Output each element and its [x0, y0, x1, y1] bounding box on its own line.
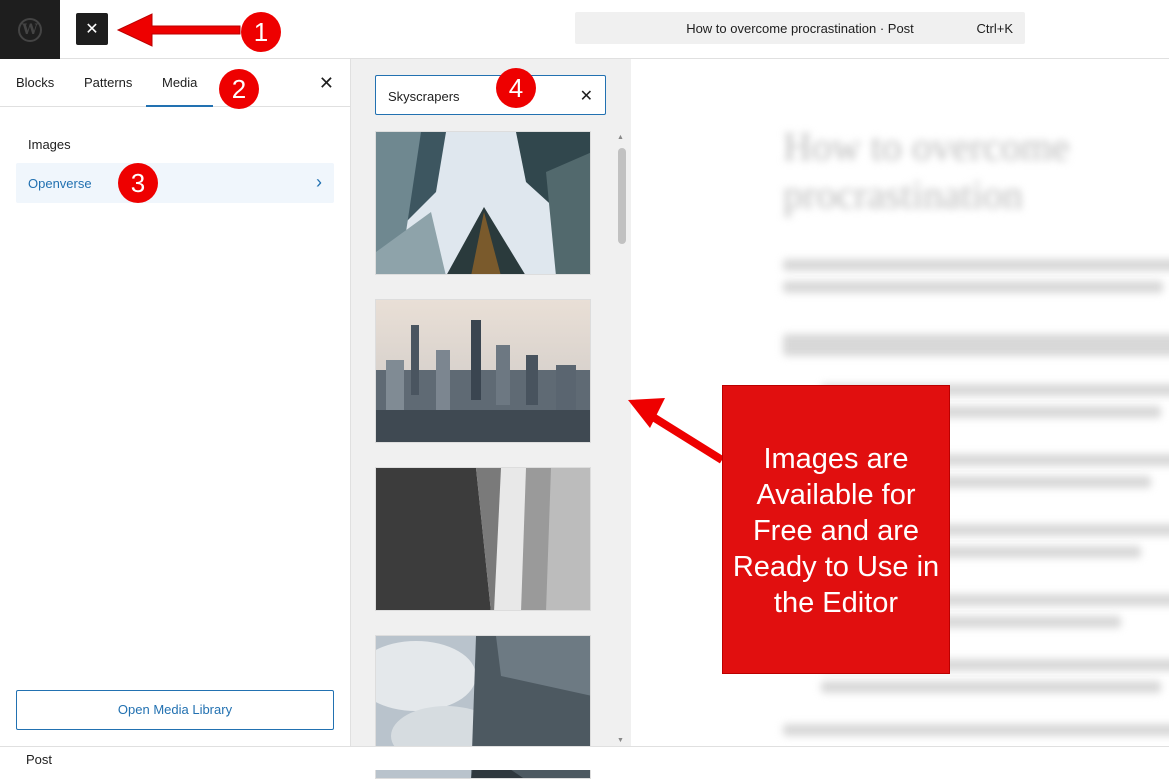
close-icon: ✕: [85, 21, 99, 38]
paragraph-placeholder: [783, 259, 1169, 271]
list-placeholder: [821, 681, 1161, 693]
block-inserter-sidebar: Blocks Patterns Media ✕ Images Openverse…: [0, 59, 351, 746]
wordpress-logo-button[interactable]: W: [0, 0, 60, 59]
tab-media[interactable]: Media: [146, 59, 213, 107]
annotation-badge: 3: [118, 163, 158, 203]
heading-placeholder: [783, 334, 1169, 356]
scroll-up-arrow-icon[interactable]: ▲: [617, 134, 624, 141]
results-scrollbar[interactable]: ▲ ▼: [616, 134, 626, 744]
footer-breadcrumb-bar: Post: [0, 746, 1169, 770]
media-result-image[interactable]: [375, 299, 591, 443]
annotation-callout: Images are Available for Free and are Re…: [722, 385, 950, 674]
breadcrumb[interactable]: Post: [26, 752, 52, 767]
annotation-badge: 4: [496, 68, 536, 108]
scroll-down-arrow-icon[interactable]: ▼: [617, 737, 624, 744]
editor-header: W ✕ How to overcome procrastination · Po…: [0, 0, 1169, 59]
open-media-library-button[interactable]: Open Media Library: [16, 690, 334, 730]
media-category-images[interactable]: Images: [28, 137, 71, 152]
media-result-image[interactable]: [375, 131, 591, 275]
tab-patterns[interactable]: Patterns: [68, 59, 148, 107]
inserter-tabs: Blocks Patterns Media ✕: [0, 59, 350, 107]
tab-blocks[interactable]: Blocks: [0, 59, 70, 107]
search-value: Skyscrapers: [388, 89, 460, 104]
close-icon[interactable]: ✕: [319, 73, 334, 93]
media-category-openverse[interactable]: Openverse ›: [16, 163, 334, 203]
paragraph-placeholder: [783, 724, 1169, 736]
command-palette-button[interactable]: How to overcome procrastination · Post C…: [575, 12, 1025, 44]
post-title: How to overcome procrastination: [783, 124, 1070, 217]
wordpress-icon: W: [18, 17, 42, 42]
annotation-badge: 2: [219, 69, 259, 109]
media-search-input[interactable]: Skyscrapers ✕: [375, 75, 606, 115]
annotation-badge: 1: [241, 12, 281, 52]
media-results-panel: Skyscrapers ✕ ▲ ▼: [351, 59, 631, 779]
document-title: How to overcome procrastination · Post: [686, 21, 914, 36]
close-inserter-button[interactable]: ✕: [76, 13, 108, 45]
media-result-image[interactable]: [375, 467, 591, 611]
media-category-label: Openverse: [28, 176, 92, 191]
paragraph-placeholder: [783, 281, 1163, 293]
clear-search-icon[interactable]: ✕: [580, 86, 593, 106]
grayscale-building-corridor-image: [376, 468, 590, 610]
scrollbar-thumb[interactable]: [618, 148, 626, 244]
skyscrapers-looking-up-image: [376, 132, 590, 274]
chevron-right-icon: ›: [316, 172, 322, 192]
shortcut-hint: Ctrl+K: [976, 21, 1013, 36]
city-skyline-aerial-image: [376, 300, 590, 442]
